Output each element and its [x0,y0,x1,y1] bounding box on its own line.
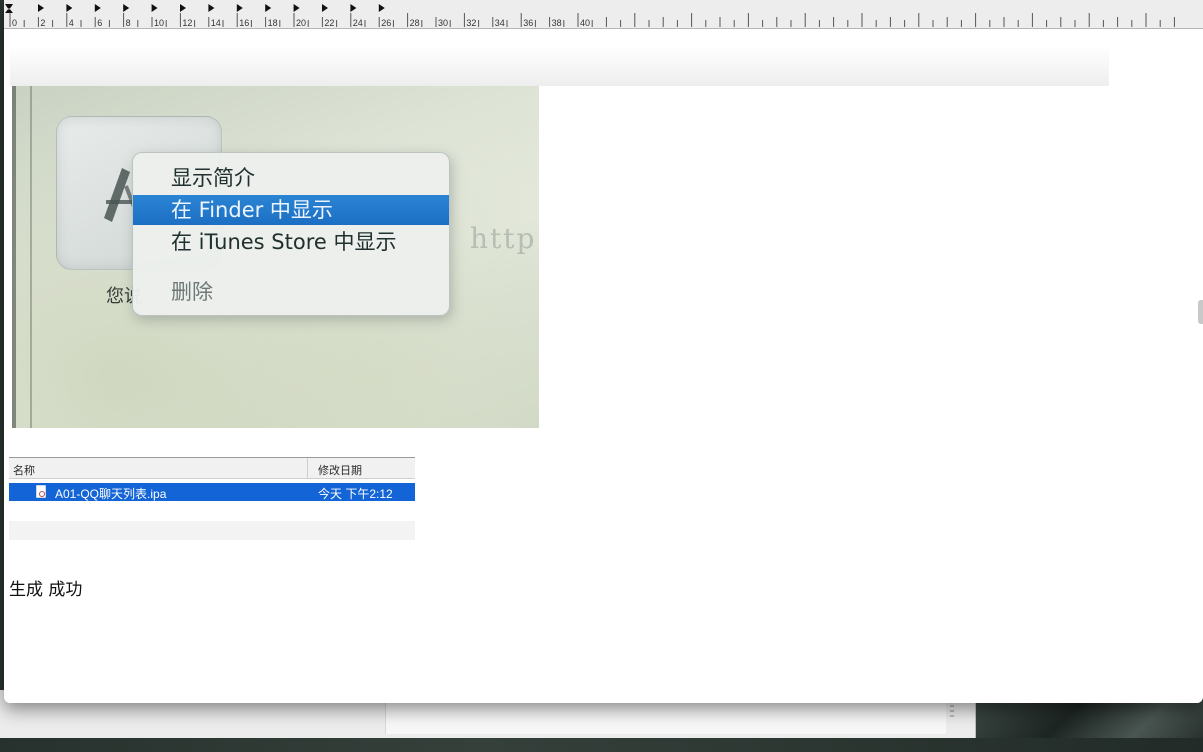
ruler-label: 30 [438,18,448,28]
ruler-scale: 0 2 4 6 8 10 12 14 16 18 20 22 24 26 28 30 32 34 36 38 40 [5,4,1175,28]
menu-item-delete: 删除 [171,280,213,304]
finder-list: 名称 修改日期 A01-QQ聊天列表.ipa 今天 下午2:12 [9,457,415,540]
menu-item-show-info: 显示简介 [171,166,255,190]
ruler-label: 34 [495,18,505,28]
ghost-watermark-text: http [470,222,537,255]
tab-stop-marker[interactable] [293,4,300,12]
empty-row [9,501,415,521]
file-row[interactable]: A01-QQ聊天列表.ipa 今天 下午2:12 [9,483,415,501]
ruler-label: 26 [381,18,391,28]
menu-item-show-in-itunes-store: 在 iTunes Store 中显示 [171,230,397,254]
context-menu-photo: 您说 http 显示简介 在 Finder 中显示 在 iTunes Store… [12,86,539,428]
tab-stop-marker[interactable] [208,4,215,12]
column-separator[interactable] [307,458,308,478]
finder-list-header: 名称 修改日期 [9,457,415,479]
document-window: 0 2 4 6 8 10 12 14 16 18 20 22 24 26 28 30 32 34 36 38 40 您说… [4,0,1203,703]
tab-stop-marker[interactable] [322,4,328,12]
column-date-header[interactable]: 修改日期 [318,462,362,478]
tab-stop-marker[interactable] [151,4,158,12]
ruler-label: 10 [154,18,164,28]
ruler-label: 16 [239,18,249,28]
header-strip [10,46,1109,86]
ruler-label: 6 [97,18,102,28]
tab-stop-marker[interactable] [236,4,243,12]
photo-window-edge [30,86,32,428]
photo-shadow-edge [12,86,16,428]
empty-row [9,521,415,540]
menu-item-show-in-finder: 在 Finder 中显示 [133,195,449,225]
ipa-file-icon [36,485,46,498]
indent-marker[interactable] [5,4,13,13]
scroll-handle[interactable] [1198,300,1203,324]
ruler-label: 40 [580,18,590,28]
ruler-label: 0 [12,18,17,28]
desktop-strip [0,738,1203,752]
file-modified-date: 今天 下午2:12 [318,487,393,501]
ruler-label: 32 [466,18,476,28]
tab-stop-marker[interactable] [180,4,186,12]
ruler-label: 22 [324,18,334,28]
ruler-label: 2 [40,18,45,28]
tab-stop-marker[interactable] [94,4,101,12]
ruler-label: 28 [410,18,420,28]
ruler-label: 20 [296,18,306,28]
ruler-label: 14 [211,18,221,28]
ruler-label: 38 [552,18,562,28]
file-name: A01-QQ聊天列表.ipa [55,487,167,501]
tab-stop-marker[interactable] [38,4,44,12]
tab-stop-marker[interactable] [265,4,272,12]
tab-stop-marker[interactable] [66,4,73,12]
column-name-header[interactable]: 名称 [13,462,35,478]
build-status-text: 生成 成功 [9,580,83,600]
ruler-label: 8 [126,18,131,28]
ruler-label: 36 [523,18,533,28]
context-menu: 显示简介 在 Finder 中显示 在 iTunes Store 中显示 删除 [132,152,450,316]
tab-stop-marker[interactable] [350,4,357,12]
ruler-label: 4 [69,18,74,28]
tab-stop-marker[interactable] [378,4,385,12]
ruler-label: 18 [268,18,278,28]
ruler-label: 12 [182,18,192,28]
tab-stop-marker[interactable] [123,4,130,12]
ruler[interactable]: 0 2 4 6 8 10 12 14 16 18 20 22 24 26 28 30 32 34 36 38 40 [4,0,1203,29]
ruler-label: 24 [353,18,363,28]
